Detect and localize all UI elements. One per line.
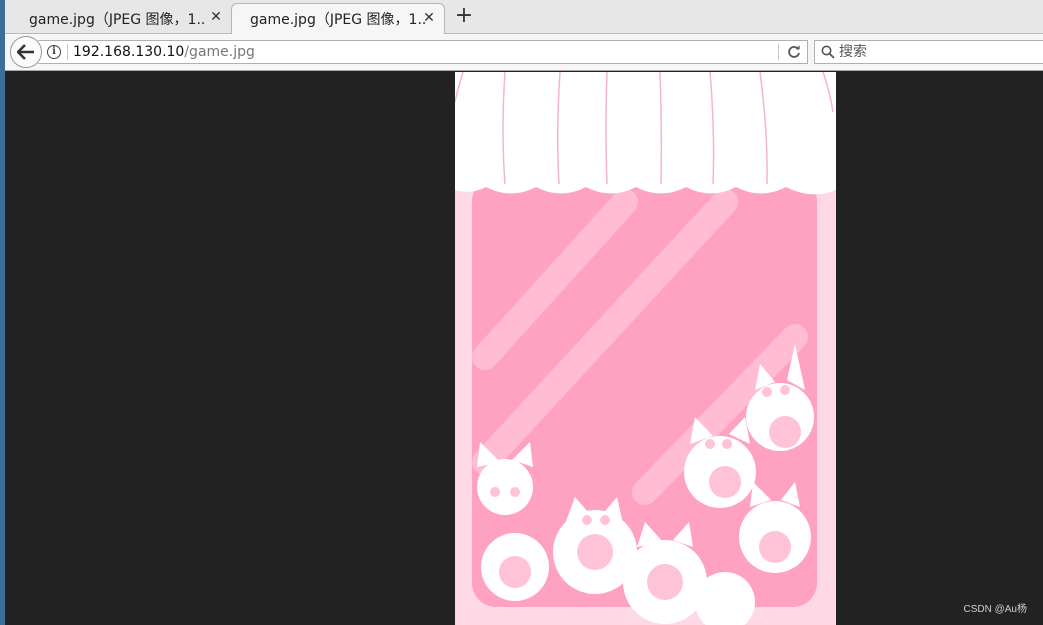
info-icon[interactable]: i: [47, 45, 61, 59]
url-text[interactable]: 192.168.130.10/game.jpg: [73, 44, 255, 60]
content-area: CSDN @Au杨: [5, 72, 1043, 625]
tab-label: game.jpg（JPEG 图像，1...: [29, 11, 204, 28]
tab-label: game.jpg（JPEG 图像，1...: [250, 12, 425, 28]
url-path: /game.jpg: [184, 44, 255, 60]
back-button[interactable]: [10, 36, 42, 68]
reload-icon[interactable]: [786, 44, 802, 60]
game-image: [455, 72, 836, 625]
tab-bar: game.jpg（JPEG 图像，1... ✕ game.jpg（JPEG 图像…: [5, 0, 1043, 34]
browser-window: game.jpg（JPEG 图像，1... ✕ game.jpg（JPEG 图像…: [0, 0, 1043, 625]
search-bar[interactable]: [814, 40, 1043, 64]
url-bar[interactable]: i 192.168.130.10/game.jpg: [38, 40, 808, 64]
search-input[interactable]: [839, 42, 1039, 62]
back-arrow-icon: [17, 44, 34, 60]
search-icon: [821, 45, 835, 59]
close-icon[interactable]: ✕: [422, 10, 436, 28]
navigation-toolbar: i 192.168.130.10/game.jpg: [5, 34, 1043, 71]
tab-game-jpg-1[interactable]: game.jpg（JPEG 图像，1... ✕: [11, 3, 231, 34]
divider: [778, 44, 779, 60]
divider: [67, 44, 68, 60]
close-icon[interactable]: ✕: [209, 9, 223, 27]
plus-icon[interactable]: +: [453, 5, 475, 29]
watermark: CSDN @Au杨: [963, 604, 1028, 615]
tab-game-jpg-2[interactable]: game.jpg（JPEG 图像，1... ✕: [231, 3, 445, 34]
url-host: 192.168.130.10: [73, 44, 185, 60]
